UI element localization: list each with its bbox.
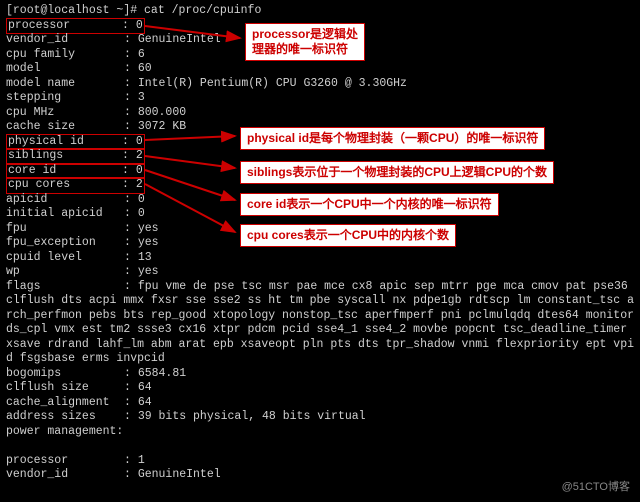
label: clflush size bbox=[6, 381, 124, 396]
row-model-name: model name: Intel(R) Pentium(R) CPU G326… bbox=[6, 77, 634, 92]
value: yes bbox=[138, 236, 159, 249]
value: yes bbox=[138, 222, 159, 235]
value: GenuineIntel bbox=[138, 33, 221, 46]
value: 3 bbox=[138, 91, 145, 104]
label: cache size bbox=[6, 120, 124, 135]
value: 2 bbox=[136, 149, 143, 164]
value: 0 bbox=[138, 207, 145, 220]
label: vendor_id bbox=[6, 33, 124, 48]
value: yes bbox=[138, 265, 159, 278]
value: 3072 KB bbox=[138, 120, 186, 133]
value: 0 bbox=[136, 19, 143, 34]
value: 0 bbox=[136, 135, 143, 150]
value: 6584.81 bbox=[138, 367, 186, 380]
label: stepping bbox=[6, 91, 124, 106]
value: 39 bits physical, 48 bits virtual bbox=[138, 410, 366, 423]
row-cache-alignment: cache_alignment: 64 bbox=[6, 396, 634, 411]
row-stepping: stepping: 3 bbox=[6, 91, 634, 106]
label: wp bbox=[6, 265, 124, 280]
label: apicid bbox=[6, 193, 124, 208]
label: vendor_id bbox=[6, 468, 124, 483]
value: 0 bbox=[138, 193, 145, 206]
blank-line bbox=[6, 439, 634, 454]
label: bogomips bbox=[6, 367, 124, 382]
annotation-physical-id: physical id是每个物理封装（一颗CPU）的唯一标识符 bbox=[240, 127, 545, 150]
value: 2 bbox=[136, 178, 143, 193]
value: 0 bbox=[136, 164, 143, 179]
row-vendor-id-2: vendor_id: GenuineIntel bbox=[6, 468, 634, 483]
value: 64 bbox=[138, 396, 152, 409]
annotation-processor: processor是逻辑处 理器的唯一标识符 bbox=[245, 23, 365, 61]
value: 800.000 bbox=[138, 106, 186, 119]
value: Intel(R) Pentium(R) CPU G3260 @ 3.30GHz bbox=[138, 77, 407, 90]
value: 13 bbox=[138, 251, 152, 264]
label: model bbox=[6, 62, 124, 77]
row-clflush-size: clflush size: 64 bbox=[6, 381, 634, 396]
row-bogomips: bogomips: 6584.81 bbox=[6, 367, 634, 382]
label: cpu MHz bbox=[6, 106, 124, 121]
label: cpu cores bbox=[8, 178, 122, 193]
annotation-core-id: core id表示一个CPU中一个内核的唯一标识符 bbox=[240, 193, 499, 216]
label: siblings bbox=[8, 149, 122, 164]
label: processor bbox=[6, 454, 124, 469]
row-processor-2: processor: 1 bbox=[6, 454, 634, 469]
value: 1 bbox=[138, 454, 145, 467]
annotation-cpu-cores: cpu cores表示一个CPU中的内核个数 bbox=[240, 224, 456, 247]
value: 6 bbox=[138, 48, 145, 61]
row-model: model: 60 bbox=[6, 62, 634, 77]
row-address-sizes: address sizes: 39 bits physical, 48 bits… bbox=[6, 410, 634, 425]
label: initial apicid bbox=[6, 207, 124, 222]
label: cache_alignment bbox=[6, 396, 124, 411]
label: cpu family bbox=[6, 48, 124, 63]
label: processor bbox=[8, 19, 122, 34]
label: fpu bbox=[6, 222, 124, 237]
value: 60 bbox=[138, 62, 152, 75]
label: model name bbox=[6, 77, 124, 92]
label: cpuid level bbox=[6, 251, 124, 266]
row-power-management: power management: bbox=[6, 425, 634, 440]
value: GenuineIntel bbox=[138, 468, 221, 481]
row-wp: wp: yes bbox=[6, 265, 634, 280]
label: fpu_exception bbox=[6, 236, 124, 251]
value: 64 bbox=[138, 381, 152, 394]
row-cpuid-level: cpuid level: 13 bbox=[6, 251, 634, 266]
watermark: @51CTO博客 bbox=[562, 480, 630, 495]
row-flags: flags: fpu vme de pse tsc msr pae mce cx… bbox=[6, 280, 634, 367]
label: core id bbox=[8, 164, 122, 179]
label: address sizes bbox=[6, 410, 124, 425]
label: physical id bbox=[8, 135, 122, 150]
label: power management: bbox=[6, 425, 123, 438]
label: flags bbox=[6, 280, 124, 295]
row-cpu-mhz: cpu MHz: 800.000 bbox=[6, 106, 634, 121]
terminal-prompt: [root@localhost ~]# cat /proc/cpuinfo bbox=[6, 4, 634, 19]
annotation-siblings: siblings表示位于一个物理封装的CPU上逻辑CPU的个数 bbox=[240, 161, 554, 184]
